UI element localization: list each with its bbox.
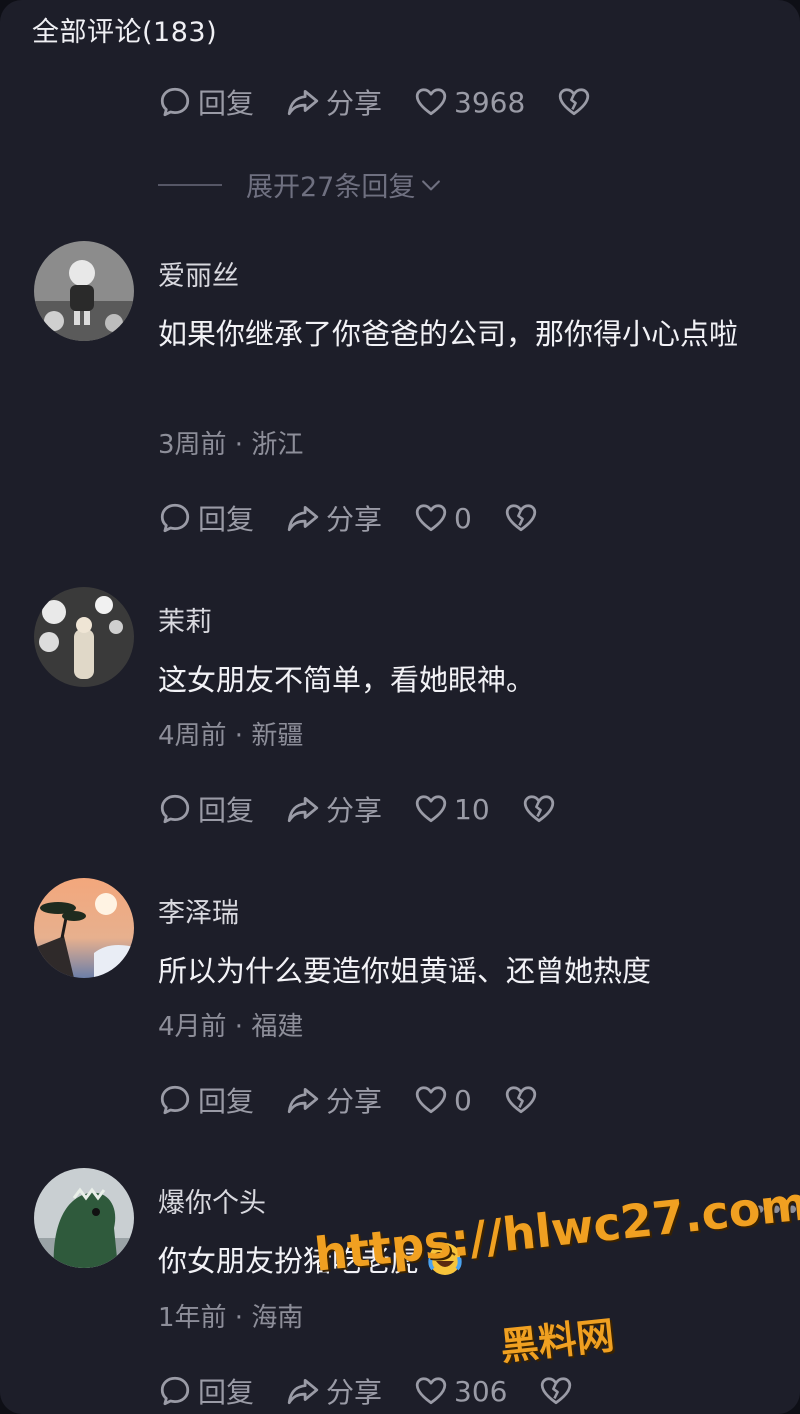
comment-username[interactable]: 爆你个头 — [158, 1181, 266, 1220]
share-button[interactable]: 分享 — [286, 1371, 382, 1411]
share-button[interactable]: 分享 — [286, 82, 382, 122]
like-button[interactable]: 3968 — [414, 85, 525, 119]
like-count: 3968 — [454, 85, 526, 119]
share-icon — [286, 85, 320, 119]
comment-username[interactable]: 爱丽丝 — [158, 254, 239, 293]
top-comment-actions: 回复 分享 3968 — [158, 82, 591, 122]
share-icon — [286, 1374, 320, 1408]
comment-actions: 回复 分享 0 — [158, 1080, 538, 1120]
comment-icon — [158, 1374, 192, 1408]
comment-icon — [158, 1083, 192, 1117]
share-label: 分享 — [326, 1376, 383, 1409]
share-icon — [286, 1083, 320, 1117]
dislike-button[interactable] — [504, 1083, 538, 1117]
share-icon — [286, 792, 320, 826]
share-button[interactable]: 分享 — [286, 498, 382, 538]
comment-text: 这女朋友不简单，看她眼神。 — [158, 663, 536, 697]
share-label: 分享 — [326, 1085, 383, 1118]
expand-replies-label: 展开27条回复 — [246, 172, 416, 203]
comment-meta: 3周前 · 浙江 — [158, 430, 304, 460]
like-button[interactable]: 10 — [414, 792, 490, 826]
heart-icon — [414, 85, 448, 119]
comment-icon — [158, 792, 192, 826]
reply-label: 回复 — [198, 794, 255, 827]
broken-heart-icon — [522, 792, 556, 826]
heart-icon — [414, 501, 448, 535]
comments-header-title: 全部评论(183) — [32, 17, 218, 48]
comment-icon — [158, 501, 192, 535]
dislike-button[interactable] — [504, 501, 538, 535]
reply-label: 回复 — [198, 1376, 255, 1409]
comment-meta: 1年前 · 海南 — [158, 1303, 304, 1333]
heart-icon — [414, 1083, 448, 1117]
chevron-down-icon — [417, 171, 445, 199]
avatar[interactable] — [34, 878, 134, 978]
like-count: 10 — [454, 792, 490, 826]
heart-icon — [414, 1374, 448, 1408]
like-count: 0 — [454, 501, 472, 535]
comment-meta: 4周前 · 新疆 — [158, 721, 304, 751]
broken-heart-icon — [504, 501, 538, 535]
reply-label: 回复 — [198, 87, 255, 120]
dislike-button[interactable] — [522, 792, 556, 826]
reply-label: 回复 — [198, 1085, 255, 1118]
avatar[interactable] — [34, 241, 134, 341]
comment-text: 所以为什么要造你姐黄谣、还曾她热度 — [158, 954, 652, 988]
like-button[interactable]: 0 — [414, 501, 472, 535]
dislike-button[interactable] — [557, 85, 591, 119]
reply-button[interactable]: 回复 — [158, 498, 254, 538]
expand-replies-button[interactable]: 展开27条回复 — [158, 165, 445, 204]
broken-heart-icon — [504, 1083, 538, 1117]
comments-panel: 全部评论(183) 回复 分享 3968 展开27条回复 爱丽丝 如果你继承了你… — [0, 0, 800, 1414]
share-button[interactable]: 分享 — [286, 1080, 382, 1120]
comment-meta: 4月前 · 福建 — [158, 1012, 304, 1042]
comment-actions: 回复 分享 0 — [158, 498, 538, 538]
comment-icon — [158, 85, 192, 119]
share-button[interactable]: 分享 — [286, 789, 382, 829]
reply-button[interactable]: 回复 — [158, 789, 254, 829]
like-button[interactable]: 306 — [414, 1374, 507, 1408]
reply-button[interactable]: 回复 — [158, 1080, 254, 1120]
share-label: 分享 — [326, 87, 383, 120]
comment-actions: 回复 分享 10 — [158, 789, 556, 829]
broken-heart-icon — [539, 1374, 573, 1408]
reply-label: 回复 — [198, 503, 255, 536]
reply-button[interactable]: 回复 — [158, 82, 254, 122]
avatar[interactable] — [34, 1168, 134, 1268]
avatar[interactable] — [34, 587, 134, 687]
broken-heart-icon — [557, 85, 591, 119]
reply-button[interactable]: 回复 — [158, 1371, 254, 1411]
share-icon — [286, 501, 320, 535]
comment-username[interactable]: 茉莉 — [158, 600, 212, 639]
share-label: 分享 — [326, 794, 383, 827]
share-label: 分享 — [326, 503, 383, 536]
watermark-name: 黑料网 — [498, 1313, 617, 1369]
dislike-button[interactable] — [539, 1374, 573, 1408]
like-button[interactable]: 0 — [414, 1083, 472, 1117]
heart-icon — [414, 792, 448, 826]
comment-text: 如果你继承了你爸爸的公司，那你得小心点啦 — [158, 317, 739, 351]
comment-actions: 回复 分享 306 — [158, 1371, 573, 1411]
like-count: 306 — [454, 1374, 508, 1408]
like-count: 0 — [454, 1083, 472, 1117]
expand-divider — [158, 183, 222, 186]
comment-username[interactable]: 李泽瑞 — [158, 891, 239, 930]
